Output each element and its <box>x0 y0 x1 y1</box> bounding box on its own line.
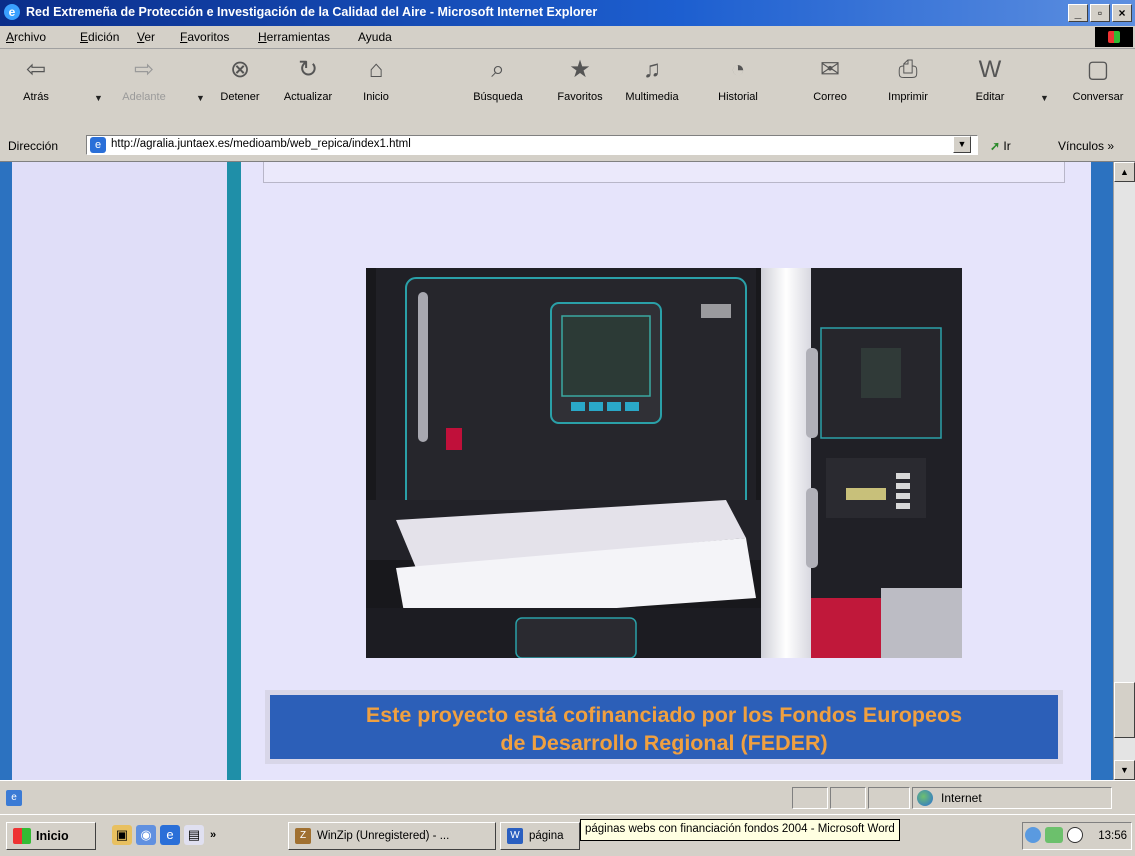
outlook-icon[interactable]: ◉ <box>136 825 156 845</box>
refresh-icon: ↻ <box>297 56 319 83</box>
print-button[interactable]: ⎙ Imprimir <box>876 55 940 127</box>
forward-dropdown[interactable]: ▼ <box>196 93 205 103</box>
scroll-thumb[interactable] <box>1114 682 1135 738</box>
search-button[interactable]: ⌕ Búsqueda <box>466 55 530 127</box>
stop-icon: ⊗ <box>229 56 251 83</box>
globe-icon <box>917 790 933 806</box>
forward-button[interactable]: ⇨ Adelante <box>112 55 176 127</box>
winzip-icon: Z <box>295 828 311 844</box>
vertical-scrollbar[interactable]: ▲ ▼ <box>1113 162 1135 780</box>
left-panel <box>12 162 227 780</box>
page-status-icon: e <box>6 790 22 806</box>
menu-bar: Archivo Edición Ver Favoritos Herramient… <box>0 26 1135 49</box>
favorites-button[interactable]: ★ Favoritos <box>548 55 612 127</box>
menu-ayuda[interactable]: Ayuda <box>358 30 392 44</box>
back-button[interactable]: ⇦ Atrás <box>4 55 68 127</box>
page-content: Este proyecto está cofinanciado por los … <box>0 162 1113 780</box>
status-pane <box>830 787 866 809</box>
back-dropdown[interactable]: ▼ <box>94 93 103 103</box>
menu-ver[interactable]: Ver <box>137 30 155 44</box>
ie-icon[interactable]: e <box>4 4 20 20</box>
links-button[interactable]: Vínculos » <box>1058 139 1114 153</box>
print-icon: ⎙ <box>898 56 918 83</box>
history-icon: ◔ <box>730 56 746 83</box>
system-tray: 13:56 <box>1022 822 1132 850</box>
chevron-icon[interactable]: » <box>206 825 220 845</box>
menu-herramientas[interactable]: Herramientas <box>258 30 330 44</box>
top-box <box>263 162 1065 183</box>
address-bar: Dirección e http://agralia.juntaex.es/me… <box>0 131 1135 162</box>
main-panel: Este proyecto está cofinanciado por los … <box>241 162 1087 780</box>
status-pane <box>792 787 828 809</box>
panda-icon[interactable] <box>1067 827 1083 843</box>
edit-icon: W <box>978 56 1002 83</box>
ie-quicklaunch-icon[interactable]: e <box>160 825 180 845</box>
explorer-icon[interactable]: ▣ <box>112 825 132 845</box>
menu-edicion[interactable]: Edición <box>80 30 119 44</box>
discuss-icon: ▢ <box>1086 56 1110 83</box>
mail-button[interactable]: ✉ Correo <box>798 55 862 127</box>
banner-line-2: de Desarrollo Regional (FEDER) <box>500 731 828 755</box>
banner-line-1: Este proyecto está cofinanciado por los … <box>365 703 963 727</box>
desktop-icon[interactable]: ▤ <box>184 825 204 845</box>
address-dropdown[interactable]: ▼ <box>953 136 971 153</box>
divider-stripe <box>227 162 241 780</box>
favorites-icon: ★ <box>569 56 591 83</box>
address-input[interactable]: e http://agralia.juntaex.es/medioamb/web… <box>86 135 978 155</box>
discuss-button[interactable]: ▢ Conversar <box>1066 55 1130 127</box>
equipment-photo <box>366 268 962 658</box>
toolbar: ⇦ Atrás ▼ ⇨ Adelante ▼ ⊗ Detener ↻ Actualiza… <box>0 49 1135 132</box>
history-button[interactable]: ◔ Historial <box>706 55 770 127</box>
task-winzip[interactable]: Z WinZip (Unregistered) - ... <box>288 822 496 850</box>
edit-button[interactable]: W Editar <box>958 55 1022 127</box>
mail-icon: ✉ <box>819 56 841 83</box>
address-url[interactable]: http://agralia.juntaex.es/medioamb/web_r… <box>111 138 411 150</box>
home-icon: ⌂ <box>368 56 384 83</box>
maximize-button[interactable]: ▫ <box>1090 4 1110 22</box>
media-button[interactable]: ♫ Multimedia <box>620 55 684 127</box>
right-stripe <box>1087 162 1113 780</box>
go-arrow-icon: ➚ <box>990 139 1001 153</box>
home-button[interactable]: ⌂ Inicio <box>344 55 408 127</box>
menu-archivo[interactable]: Archivo <box>6 30 46 44</box>
status-bar: e Internet <box>0 780 1135 815</box>
stop-button[interactable]: ⊗ Detener <box>208 55 272 127</box>
scroll-up-button[interactable]: ▲ <box>1114 162 1135 182</box>
menu-favoritos[interactable]: Favoritos <box>180 30 229 44</box>
refresh-button[interactable]: ↻ Actualizar <box>276 55 340 127</box>
window-title: Red Extremeña de Protección e Investigac… <box>26 5 598 19</box>
forward-arrow-icon: ⇨ <box>133 56 155 83</box>
page-icon: e <box>90 137 106 153</box>
title-bar: e Red Extremeña de Protección e Investig… <box>0 0 1135 26</box>
back-arrow-icon: ⇦ <box>25 56 47 83</box>
media-icon: ♫ <box>643 56 661 83</box>
minimize-button[interactable]: _ <box>1068 4 1088 22</box>
start-button[interactable]: Inicio <box>6 822 96 850</box>
security-zone: Internet <box>912 787 1112 809</box>
search-icon: ⌕ <box>491 56 505 83</box>
go-button[interactable]: ➚ Ir <box>990 139 1011 153</box>
network-icon[interactable] <box>1025 827 1041 843</box>
close-button[interactable]: × <box>1112 4 1132 22</box>
tooltip: páginas webs con financiación fondos 200… <box>580 819 900 841</box>
taskbar: Inicio ▣ ◉ e ▤ » Z WinZip (Unregistered)… <box>0 814 1135 856</box>
edit-dropdown[interactable]: ▼ <box>1040 93 1049 103</box>
address-label: Dirección <box>8 139 59 153</box>
clock: 13:56 <box>1098 830 1127 842</box>
left-stripe <box>0 162 12 780</box>
windows-flag-icon <box>13 828 31 844</box>
task-word[interactable]: W página <box>500 822 580 850</box>
scroll-down-button[interactable]: ▼ <box>1114 760 1135 780</box>
tray-app-icon[interactable] <box>1045 827 1063 843</box>
windows-logo <box>1095 27 1133 47</box>
feder-banner: Este proyecto está cofinanciado por los … <box>265 690 1063 764</box>
word-icon: W <box>507 828 523 844</box>
status-pane <box>868 787 910 809</box>
